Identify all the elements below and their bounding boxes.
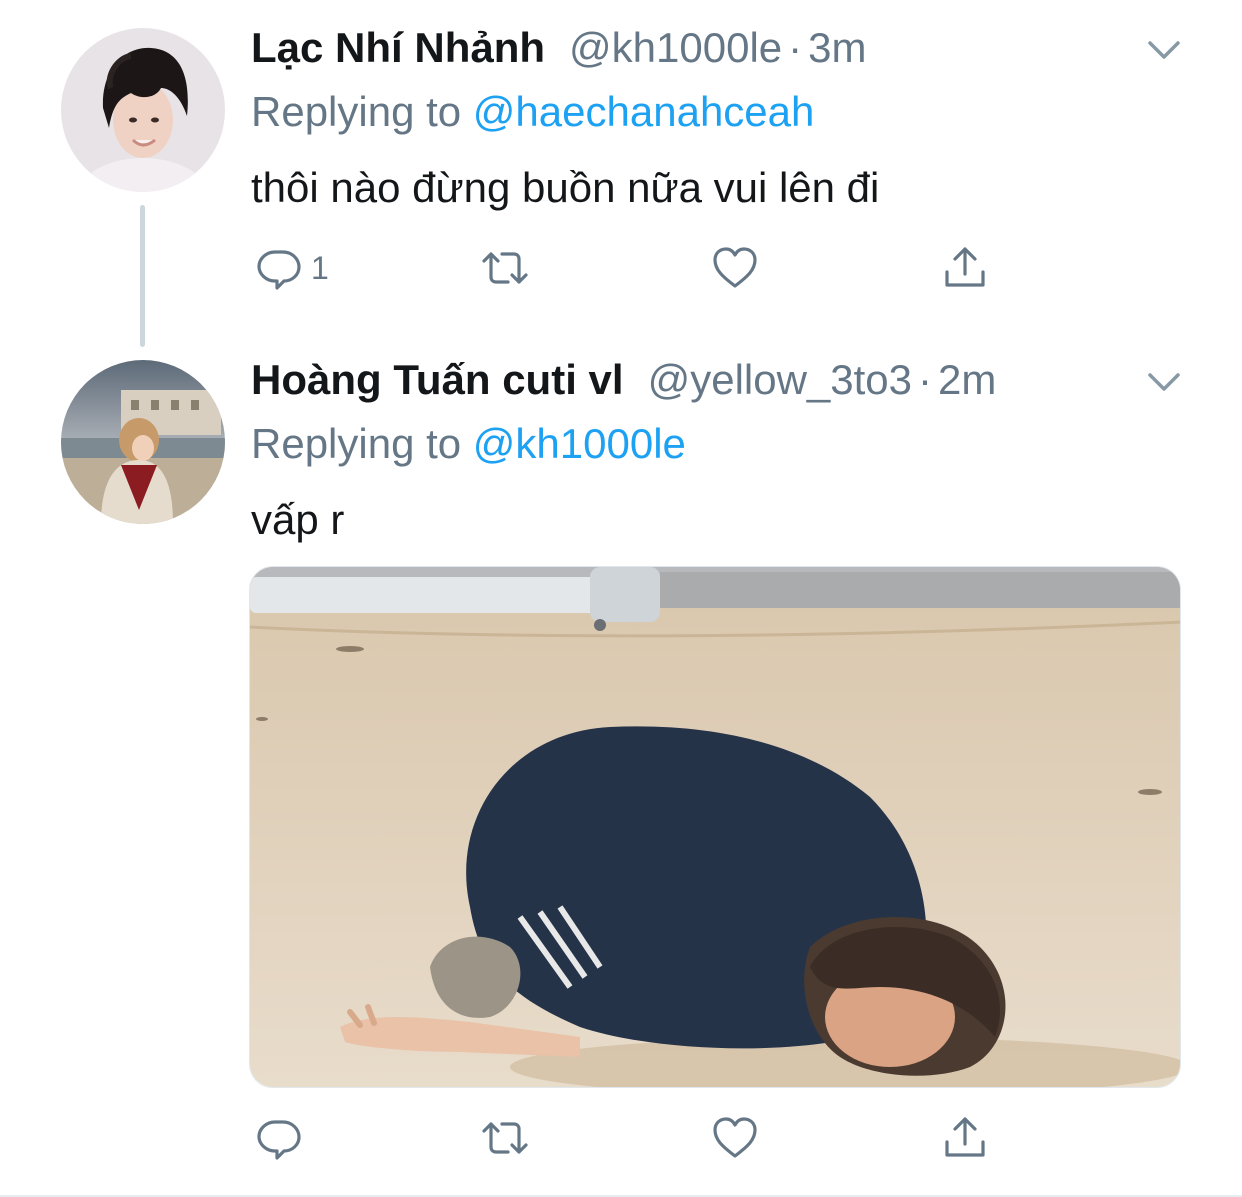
photo-person-bowing-on-floor [250,567,1180,1087]
replying-to-line: Replying to @haechanahceah [251,88,814,136]
user-handle[interactable]: @kh1000le [569,24,782,72]
share-icon [945,247,985,287]
display-name[interactable]: Lạc Nhí Nhảnh [251,24,545,72]
replying-to-label: Replying to [251,420,462,467]
share-button[interactable] [941,1110,989,1166]
tweet-text: vấp r [251,496,345,543]
avatar[interactable] [61,360,225,524]
tweet-time[interactable]: 2m [938,356,996,404]
avatar[interactable] [61,28,225,192]
avatar-photo-person-at-beach [61,360,225,524]
chevron-down-icon[interactable] [1144,30,1184,70]
separator-dot: · [788,24,803,71]
separator-dot: · [918,356,933,403]
reply-count: 1 [311,249,329,286]
retweet-icon [482,1122,528,1154]
share-button[interactable] [941,240,989,296]
reply-button[interactable] [255,1110,311,1166]
replying-to-handle[interactable]: @haechanahceah [473,88,815,135]
chevron-down-icon[interactable] [1144,362,1184,402]
user-handle[interactable]: @yellow_3to3 [648,356,912,404]
tweet-actions: 1 [255,240,995,296]
avatar-photo-young-man [61,28,225,192]
like-icon [713,1117,757,1158]
tweet-media-photo[interactable] [249,566,1181,1088]
tweet-text: thôi nào đừng buồn nữa vui lên đi [251,164,880,211]
share-icon [945,1117,985,1157]
tweet-actions [255,1110,995,1166]
like-icon [713,247,757,288]
tweet-header: Lạc Nhí Nhảnh @kh1000le · 3m [251,24,867,76]
retweet-icon [482,252,528,284]
tweet-2[interactable]: Hoàng Tuấn cuti vl @yellow_3to3 · 2m Rep… [0,340,1242,1197]
tweet-1[interactable]: Lạc Nhí Nhảnh @kh1000le · 3m Replying to… [0,0,1242,347]
reply-icon [257,1120,301,1160]
reply-button[interactable]: 1 [255,240,329,296]
like-button[interactable] [711,240,759,296]
replying-to-line: Replying to @kh1000le [251,420,686,468]
like-button[interactable] [711,1110,759,1166]
retweet-button[interactable] [481,1110,529,1166]
replying-to-handle[interactable]: @kh1000le [473,420,686,467]
thread-connector-line [140,205,145,347]
reply-icon [257,250,301,290]
display-name[interactable]: Hoàng Tuấn cuti vl [251,356,624,404]
tweet-header: Hoàng Tuấn cuti vl @yellow_3to3 · 2m [251,356,996,408]
tweet-time[interactable]: 3m [808,24,866,72]
replying-to-label: Replying to [251,88,462,135]
retweet-button[interactable] [481,240,529,296]
